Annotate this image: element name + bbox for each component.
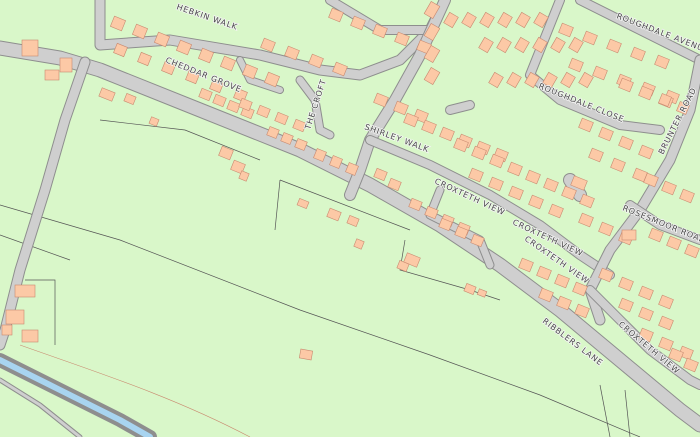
building (59, 57, 73, 73)
building (44, 69, 60, 81)
building (21, 39, 39, 57)
building (21, 329, 39, 343)
map-svg[interactable]: HEBKIN WALK ROUGHDALE AVENUE CHEDDAR GRO… (0, 0, 700, 437)
building (1, 324, 13, 336)
building (5, 309, 25, 325)
building (621, 229, 637, 241)
map-canvas[interactable]: HEBKIN WALK ROUGHDALE AVENUE CHEDDAR GRO… (0, 0, 700, 437)
building (298, 348, 314, 361)
building (14, 284, 36, 298)
